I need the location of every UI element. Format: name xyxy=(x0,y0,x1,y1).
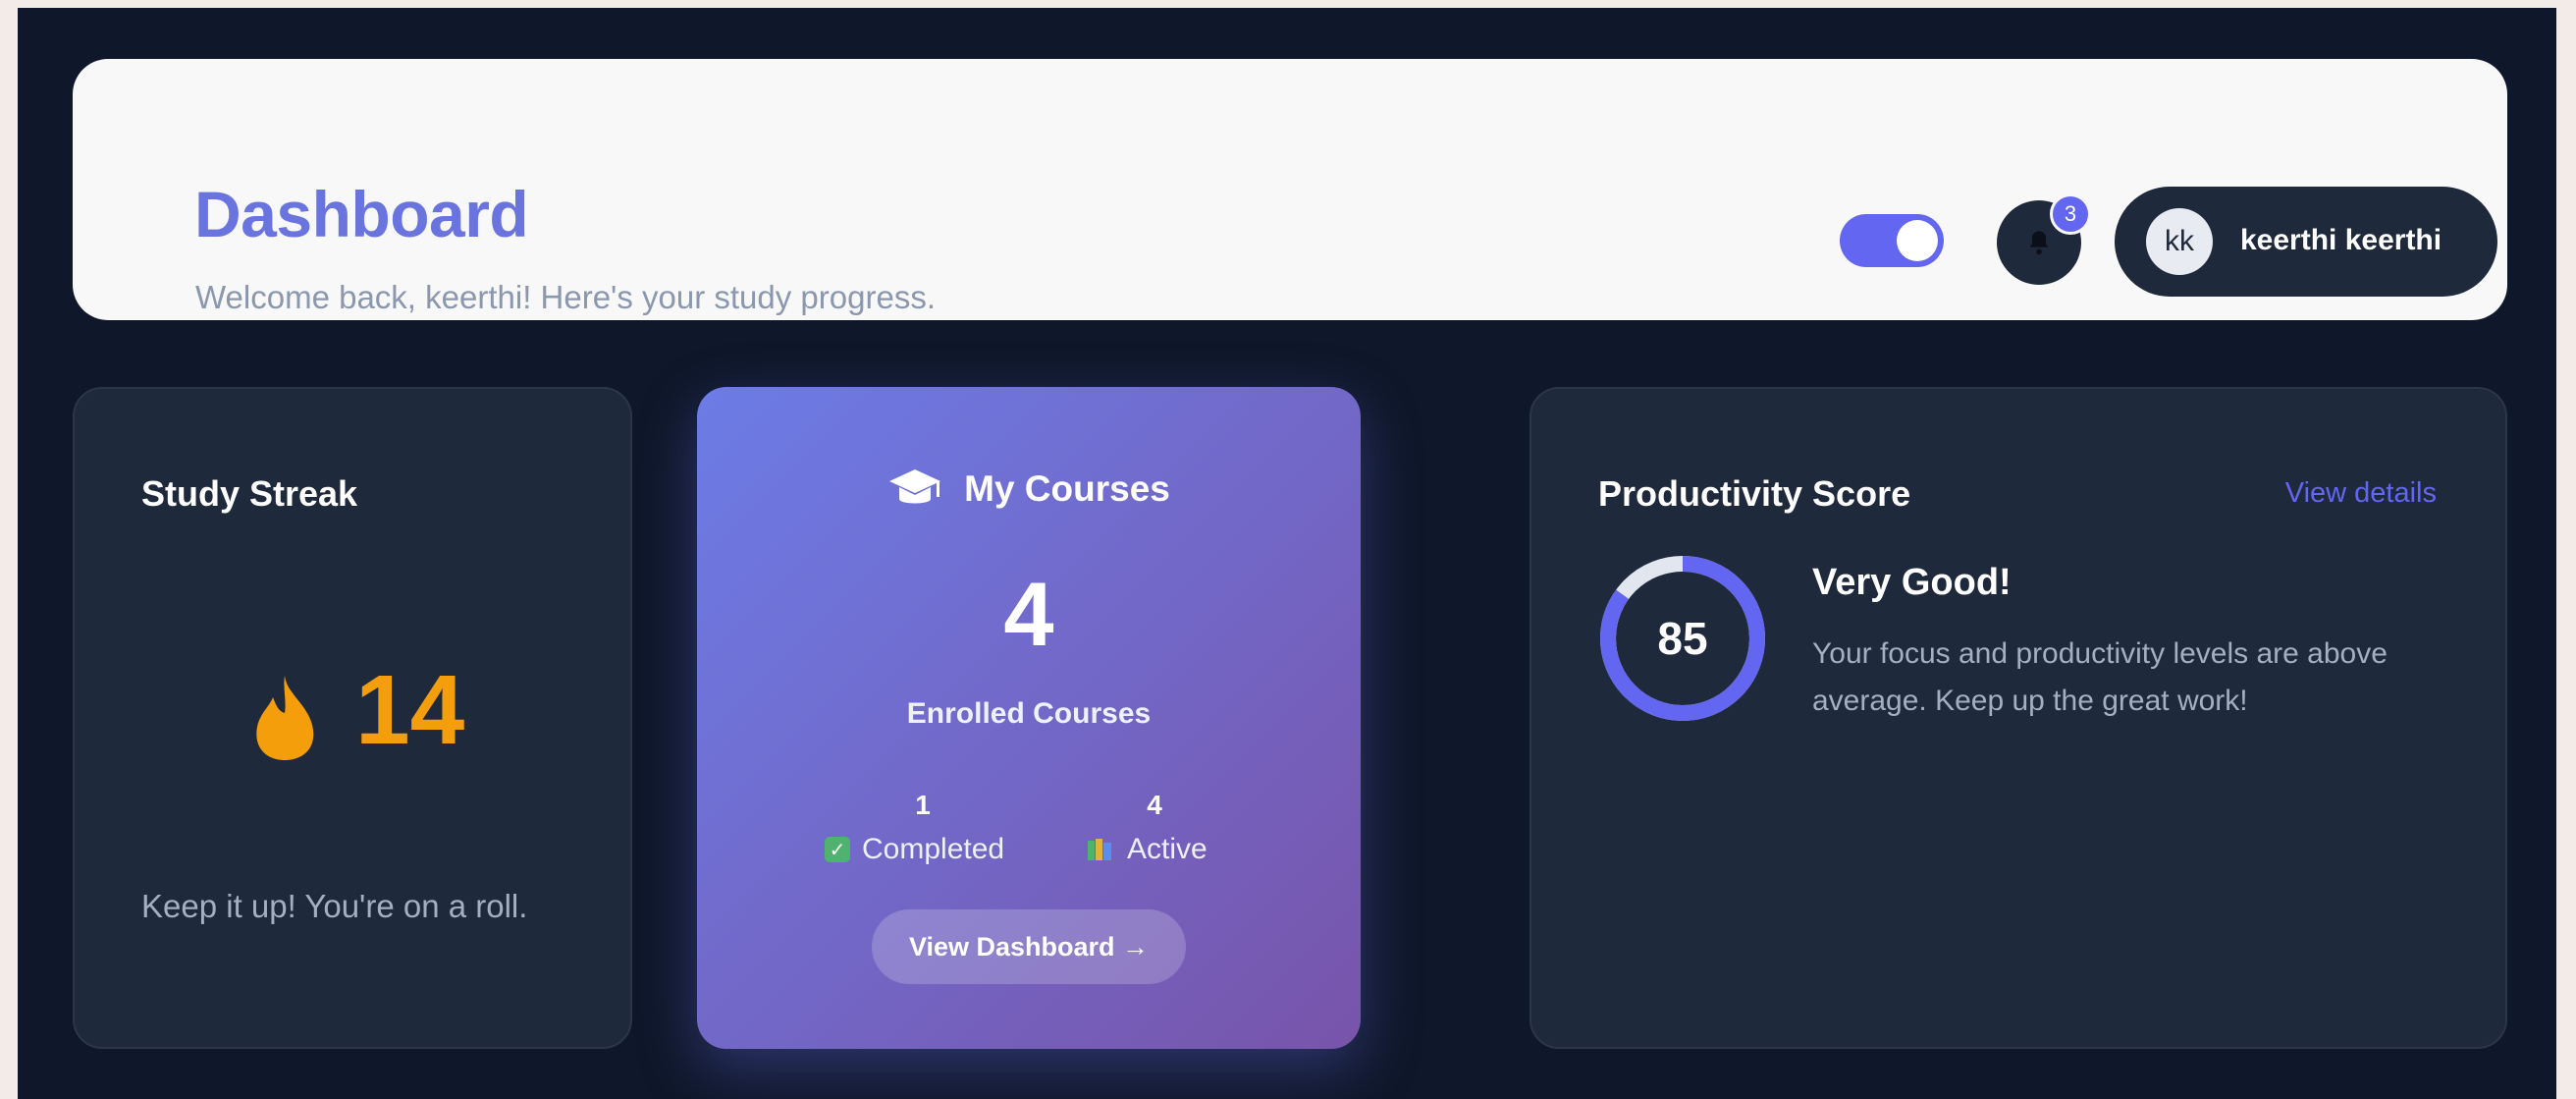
score-description: Your focus and productivity levels are a… xyxy=(1812,637,2388,717)
completed-count: 1 xyxy=(915,790,931,820)
courses-title: My Courses xyxy=(964,468,1170,509)
flame-icon xyxy=(256,676,314,760)
dashboard-header: Dashboard Welcome back, keerthi! Here's … xyxy=(73,59,2507,320)
my-courses-card: My Courses 4 Enrolled Courses 1 ✓ Comple… xyxy=(697,387,1361,1049)
theme-toggle[interactable] xyxy=(1840,214,1944,267)
score-status: Very Good! xyxy=(1812,562,2012,603)
user-menu-button[interactable]: kk keerthi keerthi xyxy=(2115,187,2497,297)
active-label: Active xyxy=(1127,833,1208,865)
books-icon xyxy=(1088,839,1111,860)
page-title: Dashboard xyxy=(194,178,529,250)
graduation-cap-icon xyxy=(889,469,941,504)
streak-value: 14 xyxy=(355,655,465,765)
active-stat: 4 Active xyxy=(1086,790,1223,866)
toggle-knob xyxy=(1897,220,1938,261)
welcome-subtitle: Welcome back, keerthi! Here's your study… xyxy=(195,279,936,315)
score-value: 85 xyxy=(1657,613,1708,664)
avatar: kk xyxy=(2146,208,2213,275)
completed-label-row: ✓ Completed xyxy=(825,833,1021,866)
notification-badge: 3 xyxy=(2050,193,2091,235)
completed-label: Completed xyxy=(862,833,1005,865)
completed-stat: 1 ✓ Completed xyxy=(825,790,1021,866)
study-streak-card: Study Streak 14 Keep it up! You're on a … xyxy=(73,387,632,1049)
view-details-link[interactable]: View details xyxy=(2285,477,2437,510)
active-count: 4 xyxy=(1147,790,1162,820)
active-label-row: Active xyxy=(1086,833,1223,866)
app-window: Dashboard Welcome back, keerthi! Here's … xyxy=(18,8,2556,1099)
enrolled-count: 4 xyxy=(1003,565,1054,665)
productivity-score-card: Productivity Score View details 85 Very … xyxy=(1530,387,2507,1049)
view-dashboard-button[interactable]: View Dashboard → xyxy=(872,909,1186,984)
courses-header: My Courses xyxy=(697,467,1361,511)
check-icon: ✓ xyxy=(825,837,850,862)
streak-message: Keep it up! You're on a roll. xyxy=(141,888,528,924)
bell-icon xyxy=(2029,231,2049,255)
productivity-title: Productivity Score xyxy=(1598,473,1911,514)
enrolled-label: Enrolled Courses xyxy=(906,697,1152,730)
streak-title: Study Streak xyxy=(141,473,358,514)
user-name: keerthi keerthi xyxy=(2240,224,2442,256)
